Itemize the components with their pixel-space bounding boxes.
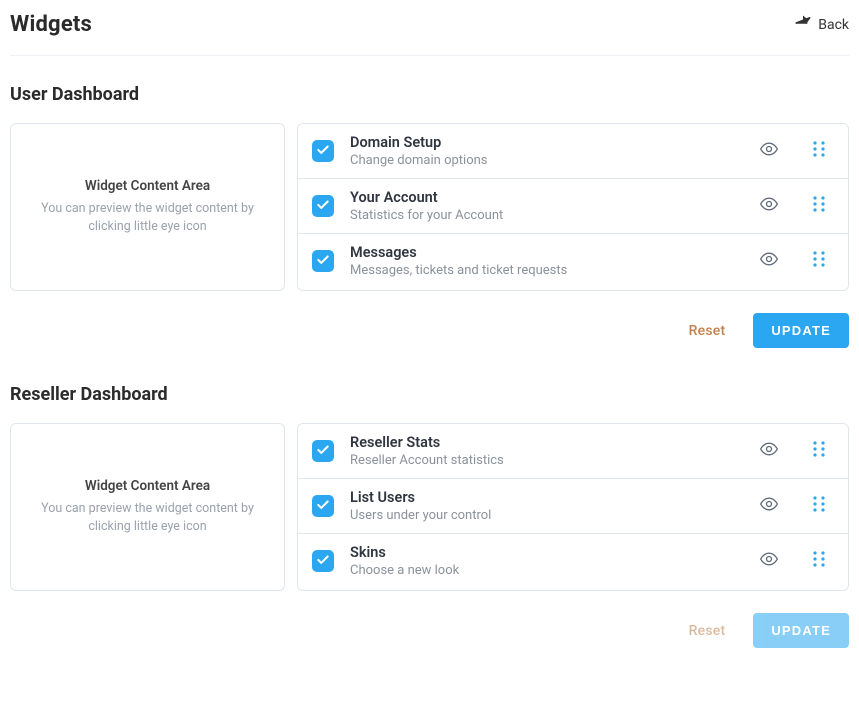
preview-button[interactable] (758, 140, 780, 162)
check-icon (316, 497, 330, 516)
widget-item-text: Your Account Statistics for your Account (350, 189, 742, 223)
preview-button[interactable] (758, 550, 780, 572)
drag-handle[interactable] (804, 491, 834, 521)
widget-item-subtitle: Messages, tickets and ticket requests (350, 263, 742, 278)
widget-item-title: Domain Setup (350, 134, 742, 151)
reset-button[interactable]: Reset (689, 323, 726, 339)
widget-item-subtitle: Statistics for your Account (350, 208, 742, 223)
drag-handle[interactable] (804, 436, 834, 466)
checkbox[interactable] (312, 440, 334, 462)
section-actions: Reset UPDATE (10, 313, 849, 348)
preview-button[interactable] (758, 195, 780, 217)
back-label: Back (818, 17, 849, 33)
drag-handle[interactable] (804, 246, 834, 276)
section-reseller-dashboard: Reseller Dashboard Widget Content Area Y… (10, 384, 849, 648)
widget-list: Reseller Stats Reseller Account statisti… (297, 423, 849, 591)
update-button[interactable]: UPDATE (753, 313, 849, 348)
widget-item: Domain Setup Change domain options (298, 124, 848, 179)
update-button[interactable]: UPDATE (753, 613, 849, 648)
widget-item-title: Your Account (350, 189, 742, 206)
check-icon (316, 142, 330, 161)
widget-item-title: Messages (350, 244, 742, 261)
section-columns: Widget Content Area You can preview the … (10, 123, 849, 291)
page-header: Widgets Back (10, 12, 849, 56)
preview-subtitle: You can preview the widget content by cl… (37, 500, 258, 536)
checkbox[interactable] (312, 250, 334, 272)
check-icon (316, 197, 330, 216)
preview-title: Widget Content Area (85, 478, 210, 494)
eye-icon (759, 194, 779, 218)
widget-item-subtitle: Change domain options (350, 153, 742, 168)
drag-handle[interactable] (804, 136, 834, 166)
widget-item-text: Domain Setup Change domain options (350, 134, 742, 168)
widget-item: List Users Users under your control (298, 479, 848, 534)
checkbox[interactable] (312, 195, 334, 217)
widget-item-title: Reseller Stats (350, 434, 742, 451)
widget-preview-area: Widget Content Area You can preview the … (10, 123, 285, 291)
section-columns: Widget Content Area You can preview the … (10, 423, 849, 591)
checkbox[interactable] (312, 140, 334, 162)
preview-button[interactable] (758, 250, 780, 272)
widget-item-title: List Users (350, 489, 742, 506)
widget-item: Skins Choose a new look (298, 534, 848, 588)
reset-button[interactable]: Reset (689, 623, 726, 639)
drag-handle[interactable] (804, 546, 834, 576)
check-icon (316, 442, 330, 461)
page-title: Widgets (10, 12, 92, 37)
eye-icon (759, 439, 779, 463)
drag-icon (812, 495, 826, 517)
widget-item-text: Reseller Stats Reseller Account statisti… (350, 434, 742, 468)
section-user-dashboard: User Dashboard Widget Content Area You c… (10, 84, 849, 348)
drag-handle[interactable] (804, 191, 834, 221)
preview-button[interactable] (758, 495, 780, 517)
preview-title: Widget Content Area (85, 178, 210, 194)
checkbox[interactable] (312, 495, 334, 517)
eye-icon (759, 249, 779, 273)
widget-item: Messages Messages, tickets and ticket re… (298, 234, 848, 288)
widget-item-text: Skins Choose a new look (350, 544, 742, 578)
section-title: Reseller Dashboard (10, 384, 849, 405)
drag-icon (812, 195, 826, 217)
back-arrow-icon (794, 14, 812, 36)
eye-icon (759, 494, 779, 518)
widget-item-subtitle: Choose a new look (350, 563, 742, 578)
widget-item-subtitle: Users under your control (350, 508, 742, 523)
section-title: User Dashboard (10, 84, 849, 105)
eye-icon (759, 139, 779, 163)
drag-icon (812, 140, 826, 162)
widget-item-subtitle: Reseller Account statistics (350, 453, 742, 468)
drag-icon (812, 550, 826, 572)
preview-button[interactable] (758, 440, 780, 462)
drag-icon (812, 250, 826, 272)
drag-icon (812, 440, 826, 462)
widget-item-text: List Users Users under your control (350, 489, 742, 523)
eye-icon (759, 549, 779, 573)
checkbox[interactable] (312, 550, 334, 572)
check-icon (316, 252, 330, 271)
preview-subtitle: You can preview the widget content by cl… (37, 200, 258, 236)
widget-item-title: Skins (350, 544, 742, 561)
back-button[interactable]: Back (794, 14, 849, 36)
section-actions: Reset UPDATE (10, 613, 849, 648)
widget-preview-area: Widget Content Area You can preview the … (10, 423, 285, 591)
check-icon (316, 552, 330, 571)
widget-list: Domain Setup Change domain options (297, 123, 849, 291)
widget-item-text: Messages Messages, tickets and ticket re… (350, 244, 742, 278)
widget-item: Your Account Statistics for your Account (298, 179, 848, 234)
widget-item: Reseller Stats Reseller Account statisti… (298, 424, 848, 479)
